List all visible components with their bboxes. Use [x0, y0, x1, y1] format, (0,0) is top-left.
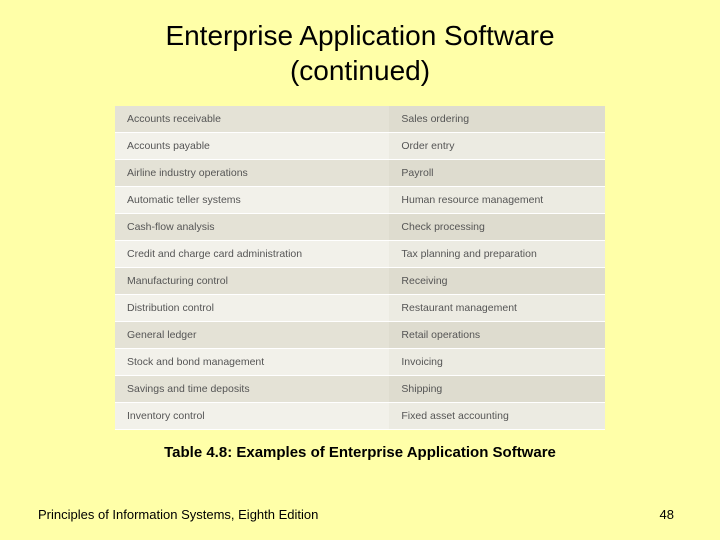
- cell-right: Check processing: [389, 214, 605, 240]
- cell-left: General ledger: [115, 322, 389, 348]
- cell-left: Savings and time deposits: [115, 376, 389, 402]
- cell-left: Accounts receivable: [115, 106, 389, 132]
- table-row: Inventory control Fixed asset accounting: [115, 403, 605, 430]
- title-line-2: (continued): [290, 55, 430, 86]
- cell-left: Stock and bond management: [115, 349, 389, 375]
- table-row: Stock and bond management Invoicing: [115, 349, 605, 376]
- table-row: Airline industry operations Payroll: [115, 160, 605, 187]
- cell-right: Payroll: [389, 160, 605, 186]
- cell-right: Sales ordering: [389, 106, 605, 132]
- cell-right: Human resource management: [389, 187, 605, 213]
- cell-right: Restaurant management: [389, 295, 605, 321]
- title-line-1: Enterprise Application Software: [165, 20, 554, 51]
- table-row: Credit and charge card administration Ta…: [115, 241, 605, 268]
- table-row: General ledger Retail operations: [115, 322, 605, 349]
- table-row: Cash-flow analysis Check processing: [115, 214, 605, 241]
- table-row: Manufacturing control Receiving: [115, 268, 605, 295]
- footer-source: Principles of Information Systems, Eight…: [38, 507, 318, 522]
- cell-left: Accounts payable: [115, 133, 389, 159]
- cell-left: Credit and charge card administration: [115, 241, 389, 267]
- cell-left: Manufacturing control: [115, 268, 389, 294]
- cell-right: Order entry: [389, 133, 605, 159]
- cell-left: Distribution control: [115, 295, 389, 321]
- cell-right: Receiving: [389, 268, 605, 294]
- cell-left: Cash-flow analysis: [115, 214, 389, 240]
- table-row: Automatic teller systems Human resource …: [115, 187, 605, 214]
- cell-right: Tax planning and preparation: [389, 241, 605, 267]
- page-number: 48: [660, 507, 674, 522]
- cell-right: Retail operations: [389, 322, 605, 348]
- cell-right: Shipping: [389, 376, 605, 402]
- cell-left: Inventory control: [115, 403, 389, 429]
- table-caption: Table 4.8: Examples of Enterprise Applic…: [0, 444, 720, 461]
- table-row: Savings and time deposits Shipping: [115, 376, 605, 403]
- table-row: Accounts receivable Sales ordering: [115, 106, 605, 133]
- cell-left: Airline industry operations: [115, 160, 389, 186]
- cell-right: Fixed asset accounting: [389, 403, 605, 429]
- cell-left: Automatic teller systems: [115, 187, 389, 213]
- table-row: Distribution control Restaurant manageme…: [115, 295, 605, 322]
- table-row: Accounts payable Order entry: [115, 133, 605, 160]
- slide-title: Enterprise Application Software (continu…: [0, 0, 720, 88]
- cell-right: Invoicing: [389, 349, 605, 375]
- enterprise-software-table: Accounts receivable Sales ordering Accou…: [115, 106, 605, 430]
